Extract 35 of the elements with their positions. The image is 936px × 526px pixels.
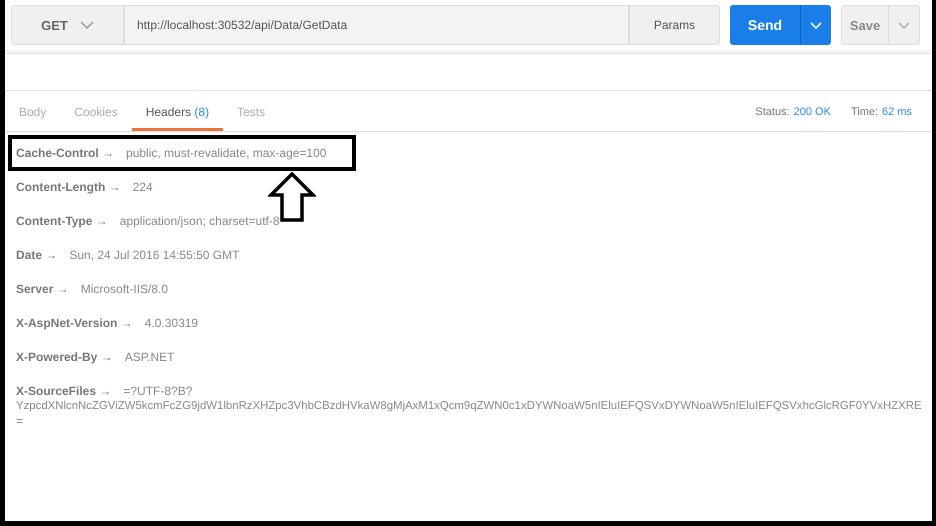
tab[interactable]: Cookies <box>60 95 132 131</box>
header-name: Content-Type → <box>16 214 108 228</box>
header-name: Date → <box>16 248 58 262</box>
status-label: Status: <box>755 106 790 118</box>
time-label: Time: <box>850 106 878 118</box>
url-field[interactable]: http://localhost:30532/api/Data/GetData <box>124 5 629 45</box>
header-value: public, must-revalidate, max-age=100 <box>126 146 326 160</box>
header-value: Microsoft-IIS/8.0 <box>80 282 168 296</box>
header-name: Server → <box>16 282 69 296</box>
header-name: X-AspNet-Version → <box>16 316 133 330</box>
header-name: Content-Length → <box>16 180 121 194</box>
header-value: 4.0.30319 <box>144 316 198 330</box>
params-button[interactable]: Params <box>629 5 720 45</box>
header-value: = <box>16 414 24 428</box>
header-value: =?UTF-8?B? <box>123 384 192 398</box>
header-value: YzpcdXNlcnNcZGViZW5kcmFcZG9jdW1lbnRzXHZpc3VhbCBzdHVkaW8gMjAxM1xQcm9qZWN0c1xDYWNoaW5nIEluIEFQSVxDYWNoaW5nIEluIEFQSVxhcGlcRGF0YVxHZXRE <box>16 400 923 412</box>
chevron-down-icon <box>810 22 822 28</box>
method-dropdown[interactable]: GET <box>11 5 124 45</box>
send-options-button[interactable] <box>800 5 831 45</box>
header-name: Cache-Control → <box>16 146 114 160</box>
header-value: application/json; charset=utf-8 <box>120 214 280 228</box>
chevron-down-icon <box>80 21 94 29</box>
header-value: 224 <box>132 180 153 194</box>
save-button[interactable]: Save <box>841 5 889 45</box>
header-name: X-Powered-By → <box>16 350 113 364</box>
status-value: 200 OK <box>794 106 831 118</box>
tab[interactable]: Body <box>5 95 60 131</box>
time-value: 62 ms <box>882 106 912 118</box>
tab[interactable]: Tests <box>223 95 280 131</box>
header-value: ASP.NET <box>124 350 174 364</box>
chevron-down-icon <box>898 22 910 28</box>
header-name: X-SourceFiles → <box>16 384 112 398</box>
header-value: Sun, 24 Jul 2016 14:55:50 GMT <box>69 248 240 262</box>
tab[interactable]: Headers (8) <box>132 95 224 131</box>
send-button[interactable]: Send <box>730 5 800 45</box>
